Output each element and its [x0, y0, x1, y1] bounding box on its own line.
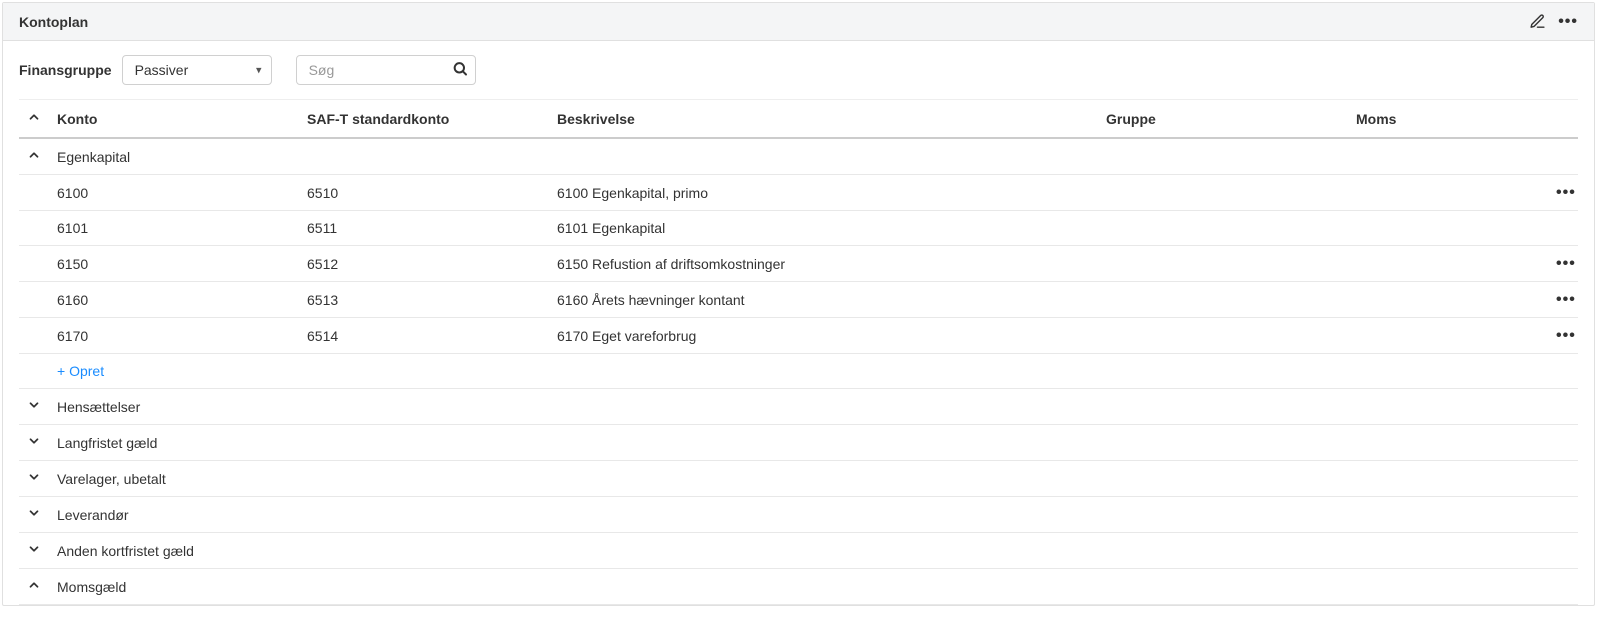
group-row[interactable]: Egenkapital	[19, 138, 1578, 175]
cell-beskrivelse: 6150 Refustion af driftsomkostninger	[549, 246, 1098, 282]
table-row[interactable]: 617065146170 Eget vareforbrug •••	[19, 318, 1578, 354]
table-row[interactable]: 610065106100 Egenkapital, primo •••	[19, 175, 1578, 211]
filter-label: Finansgruppe	[19, 62, 112, 78]
cell-saft: 6514	[299, 318, 549, 354]
cell-beskrivelse: 6101 Egenkapital	[549, 211, 1098, 246]
chevron-up-icon[interactable]	[27, 578, 43, 592]
group-row[interactable]: Leverandør	[19, 497, 1578, 533]
page-title: Kontoplan	[19, 14, 88, 30]
table-header-row: Konto SAF-T standardkonto Beskrivelse Gr…	[19, 100, 1578, 139]
cell-saft: 6511	[299, 211, 549, 246]
cell-moms	[1348, 246, 1548, 282]
header-actions: •••	[1529, 13, 1578, 30]
cell-moms	[1348, 211, 1548, 246]
chevron-down-icon[interactable]	[27, 542, 43, 556]
group-name: Varelager, ubetalt	[49, 461, 1548, 497]
chevron-down-icon[interactable]	[27, 470, 43, 484]
group-name: Hensættelser	[49, 389, 1548, 425]
more-icon[interactable]: •••	[1556, 327, 1576, 344]
more-icon[interactable]: •••	[1556, 291, 1576, 308]
row-actions[interactable]: •••	[1548, 246, 1578, 282]
col-gruppe[interactable]: Gruppe	[1098, 100, 1348, 139]
cell-beskrivelse: 6160 Årets hævninger kontant	[549, 282, 1098, 318]
chevron-up-icon[interactable]	[27, 148, 43, 162]
group-row[interactable]: Momsgæld	[19, 569, 1578, 605]
cell-konto: 6170	[49, 318, 299, 354]
edit-icon[interactable]	[1529, 13, 1546, 30]
group-name: Leverandør	[49, 497, 1548, 533]
row-actions[interactable]: •••	[1548, 175, 1578, 211]
group-name: Langfristet gæld	[49, 425, 1548, 461]
cell-konto: 6150	[49, 246, 299, 282]
kontoplan-panel: Kontoplan ••• Finansgruppe Passiver	[2, 2, 1595, 606]
group-row[interactable]: Hensættelser	[19, 389, 1578, 425]
cell-moms	[1348, 175, 1548, 211]
group-row[interactable]: Varelager, ubetalt	[19, 461, 1578, 497]
chevron-down-icon[interactable]	[27, 506, 43, 520]
chevron-down-icon[interactable]	[27, 434, 43, 448]
table-row[interactable]: 610165116101 Egenkapital	[19, 211, 1578, 246]
cell-beskrivelse: 6170 Eget vareforbrug	[549, 318, 1098, 354]
cell-gruppe	[1098, 211, 1348, 246]
col-moms[interactable]: Moms	[1348, 100, 1548, 139]
table-row[interactable]: 616065136160 Årets hævninger kontant •••	[19, 282, 1578, 318]
more-icon[interactable]: •••	[1558, 14, 1578, 30]
col-beskrivelse[interactable]: Beskrivelse	[549, 100, 1098, 139]
cell-konto: 6160	[49, 282, 299, 318]
group-name: Anden kortfristet gæld	[49, 533, 1548, 569]
cell-saft: 6513	[299, 282, 549, 318]
toolbar: Finansgruppe Passiver	[3, 41, 1594, 91]
collapse-all-icon[interactable]	[27, 110, 43, 124]
row-actions[interactable]: •••	[1548, 282, 1578, 318]
search-input[interactable]	[296, 55, 476, 85]
cell-moms	[1348, 282, 1548, 318]
cell-gruppe	[1098, 318, 1348, 354]
create-row: + Opret	[19, 354, 1578, 389]
cell-saft: 6512	[299, 246, 549, 282]
cell-moms	[1348, 318, 1548, 354]
finance-group-select[interactable]: Passiver	[122, 55, 272, 85]
cell-gruppe	[1098, 282, 1348, 318]
more-icon[interactable]: •••	[1556, 255, 1576, 272]
col-konto[interactable]: Konto	[49, 100, 299, 139]
group-row[interactable]: Anden kortfristet gæld	[19, 533, 1578, 569]
panel-header: Kontoplan •••	[3, 3, 1594, 41]
col-saft[interactable]: SAF-T standardkonto	[299, 100, 549, 139]
table-row[interactable]: 615065126150 Refustion af driftsomkostni…	[19, 246, 1578, 282]
group-row[interactable]: Langfristet gæld	[19, 425, 1578, 461]
row-actions[interactable]	[1548, 211, 1578, 246]
cell-konto: 6101	[49, 211, 299, 246]
cell-saft: 6510	[299, 175, 549, 211]
create-link[interactable]: + Opret	[57, 363, 104, 379]
accounts-table: Konto SAF-T standardkonto Beskrivelse Gr…	[19, 99, 1578, 605]
cell-gruppe	[1098, 175, 1348, 211]
group-name: Momsgæld	[49, 569, 1548, 605]
cell-beskrivelse: 6100 Egenkapital, primo	[549, 175, 1098, 211]
row-actions[interactable]: •••	[1548, 318, 1578, 354]
cell-konto: 6100	[49, 175, 299, 211]
group-name: Egenkapital	[49, 138, 1548, 175]
cell-gruppe	[1098, 246, 1348, 282]
more-icon[interactable]: •••	[1556, 184, 1576, 201]
chevron-down-icon[interactable]	[27, 398, 43, 412]
